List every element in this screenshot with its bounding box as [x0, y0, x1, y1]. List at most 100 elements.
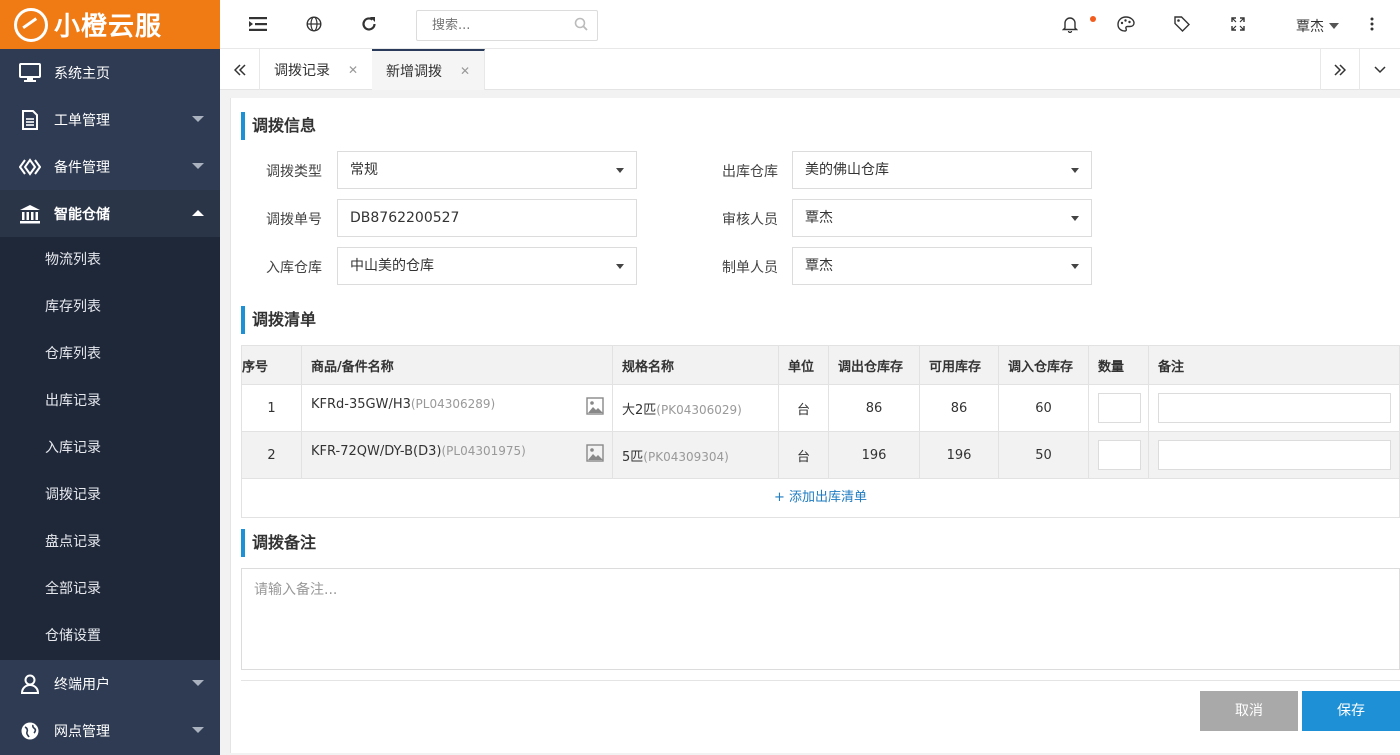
sidebar-item-warehouse[interactable]: 智能仓储 [0, 190, 220, 237]
user-icon [18, 672, 42, 696]
note-input[interactable] [1158, 393, 1391, 423]
submenu-item-inventory[interactable]: 库存列表 [0, 284, 220, 331]
row-name-cell: KFR-72QW/DY-B(D3)(PL04301975) [301, 431, 613, 479]
close-icon[interactable]: ✕ [348, 63, 358, 77]
section-title-list: 调拨清单 [241, 306, 316, 334]
column-header-unit: 单位 [778, 345, 829, 385]
sidebar-item-home[interactable]: 系统主页 [0, 49, 220, 96]
transfer-form-panel: 调拨信息 调拨类型 常规 调拨单号 DB8762200527 入库仓库 中山美的… [230, 98, 1400, 753]
tab-new-transfer[interactable]: 新增调拨 ✕ [372, 49, 486, 90]
submenu-item-settings[interactable]: 仓储设置 [0, 613, 220, 660]
transfer-no-field[interactable]: DB8762200527 [337, 199, 637, 237]
auditor-label: 审核人员 [722, 212, 778, 228]
tab-scroll-left-icon[interactable] [220, 49, 260, 90]
fullscreen-icon[interactable] [1228, 14, 1248, 34]
sidebar-item-label: 终端用户 [54, 676, 110, 693]
globe-icon[interactable] [304, 14, 324, 34]
column-header-out-stock: 调出仓库存 [828, 345, 920, 385]
transfer-type-select[interactable]: 常规 [337, 151, 637, 189]
notification-dot [1090, 16, 1096, 22]
sidebar-item-label: 网点管理 [54, 723, 110, 740]
image-icon[interactable] [586, 444, 604, 466]
close-icon[interactable]: ✕ [460, 64, 470, 78]
sidebar-item-label: 工单管理 [54, 112, 110, 129]
tag-icon[interactable] [1172, 14, 1192, 34]
remark-textarea[interactable]: 请输入备注... [241, 568, 1400, 670]
submenu-item-logistics[interactable]: 物流列表 [0, 237, 220, 284]
quantity-input[interactable] [1098, 393, 1141, 423]
warehouse-submenu: 物流列表 库存列表 仓库列表 出库记录 入库记录 调拨记录 盘点记录 全部记录 … [0, 237, 220, 660]
brand-logo[interactable]: 小橙云服 [0, 0, 220, 49]
spec-name: 大2匹 [622, 402, 657, 418]
sidebar-item-endusers[interactable]: 终端用户 [0, 660, 220, 707]
spec-name: 5匹 [622, 449, 644, 465]
note-input[interactable] [1158, 440, 1391, 470]
dropdown-arrow-icon [616, 168, 624, 173]
row-spec-cell: 大2匹(PK04306029) [612, 384, 779, 432]
submenu-item-inbound[interactable]: 入库记录 [0, 425, 220, 472]
out-warehouse-select[interactable]: 美的佛山仓库 [792, 151, 1092, 189]
submenu-item-all-records[interactable]: 全部记录 [0, 566, 220, 613]
column-header-no: 序号 [241, 345, 302, 385]
dropdown-arrow-icon [1071, 264, 1079, 269]
maker-label: 制单人员 [722, 260, 778, 276]
tab-scroll-right-icon[interactable] [1320, 49, 1360, 90]
user-menu[interactable]: 覃杰 [1296, 16, 1339, 36]
tab-transfer-records[interactable]: 调拨记录 ✕ [260, 49, 374, 90]
submenu-item-warehouses[interactable]: 仓库列表 [0, 331, 220, 378]
submenu-item-stocktake[interactable]: 盘点记录 [0, 519, 220, 566]
dropdown-arrow-icon [616, 264, 624, 269]
sidebar-item-parts[interactable]: 备件管理 [0, 143, 220, 190]
tab-menu-chevron-down-icon[interactable] [1360, 49, 1400, 90]
chevron-down-icon [192, 680, 204, 686]
row-note-cell [1148, 431, 1400, 479]
search-input[interactable] [416, 10, 598, 41]
product-code: (PL04306289) [410, 397, 496, 411]
column-header-in-stock: 调入仓库存 [998, 345, 1089, 385]
chevron-down-icon [1329, 23, 1339, 29]
save-button[interactable]: 保存 [1302, 691, 1400, 731]
row-name-cell: KFRd-35GW/H3(PL04306289) [301, 384, 613, 432]
sidebar-item-workorders[interactable]: 工单管理 [0, 96, 220, 143]
auditor-select[interactable]: 覃杰 [792, 199, 1092, 237]
add-item-button[interactable]: + 添加出库清单 [241, 478, 1400, 518]
section-title-info: 调拨信息 [241, 112, 316, 140]
table-row: 2 KFR-72QW/DY-B(D3)(PL04301975) 5匹(PK043… [241, 431, 1400, 479]
refresh-icon[interactable] [359, 14, 379, 34]
auditor-value: 覃杰 [805, 210, 833, 226]
column-header-available: 可用库存 [919, 345, 999, 385]
submenu-item-outbound[interactable]: 出库记录 [0, 378, 220, 425]
image-icon[interactable] [586, 397, 604, 419]
row-out-stock: 196 [828, 431, 920, 479]
menu-toggle-icon[interactable] [248, 14, 268, 34]
cancel-button[interactable]: 取消 [1200, 691, 1298, 731]
sidebar-item-outlets[interactable]: 网点管理 [0, 707, 220, 754]
in-warehouse-label: 入库仓库 [266, 260, 322, 276]
maker-select[interactable]: 覃杰 [792, 247, 1092, 285]
palette-icon[interactable] [1116, 14, 1136, 34]
row-qty-cell [1088, 384, 1149, 432]
submenu-item-transfer[interactable]: 调拨记录 [0, 472, 220, 519]
tab-label: 新增调拨 [386, 63, 442, 80]
monitor-icon [18, 61, 42, 85]
search-icon[interactable] [574, 17, 588, 35]
row-in-stock: 60 [998, 384, 1089, 432]
more-vertical-icon[interactable] [1362, 14, 1382, 34]
table-row: 1 KFRd-35GW/H3(PL04306289) 大2匹(PK0430602… [241, 384, 1400, 432]
in-warehouse-select[interactable]: 中山美的仓库 [337, 247, 637, 285]
quantity-input[interactable] [1098, 440, 1141, 470]
product-name: KFR-72QW/DY-B(D3) [311, 444, 442, 459]
row-out-stock: 86 [828, 384, 920, 432]
brand-name: 小橙云服 [54, 12, 163, 42]
row-available: 196 [919, 431, 999, 479]
row-note-cell [1148, 384, 1400, 432]
spec-code: (PK04306029) [656, 402, 742, 417]
chevron-down-icon [192, 727, 204, 733]
tab-label: 调拨记录 [274, 62, 330, 79]
bell-icon[interactable] [1060, 14, 1080, 34]
parts-icon [18, 155, 42, 179]
dropdown-arrow-icon [1071, 216, 1079, 221]
sidebar: 小橙云服 系统主页 工单管理 备件管理 智能仓储 物流列表 库存列表 仓库列表 … [0, 0, 220, 755]
chevron-up-icon [192, 210, 204, 216]
warehouse-icon [18, 202, 42, 226]
